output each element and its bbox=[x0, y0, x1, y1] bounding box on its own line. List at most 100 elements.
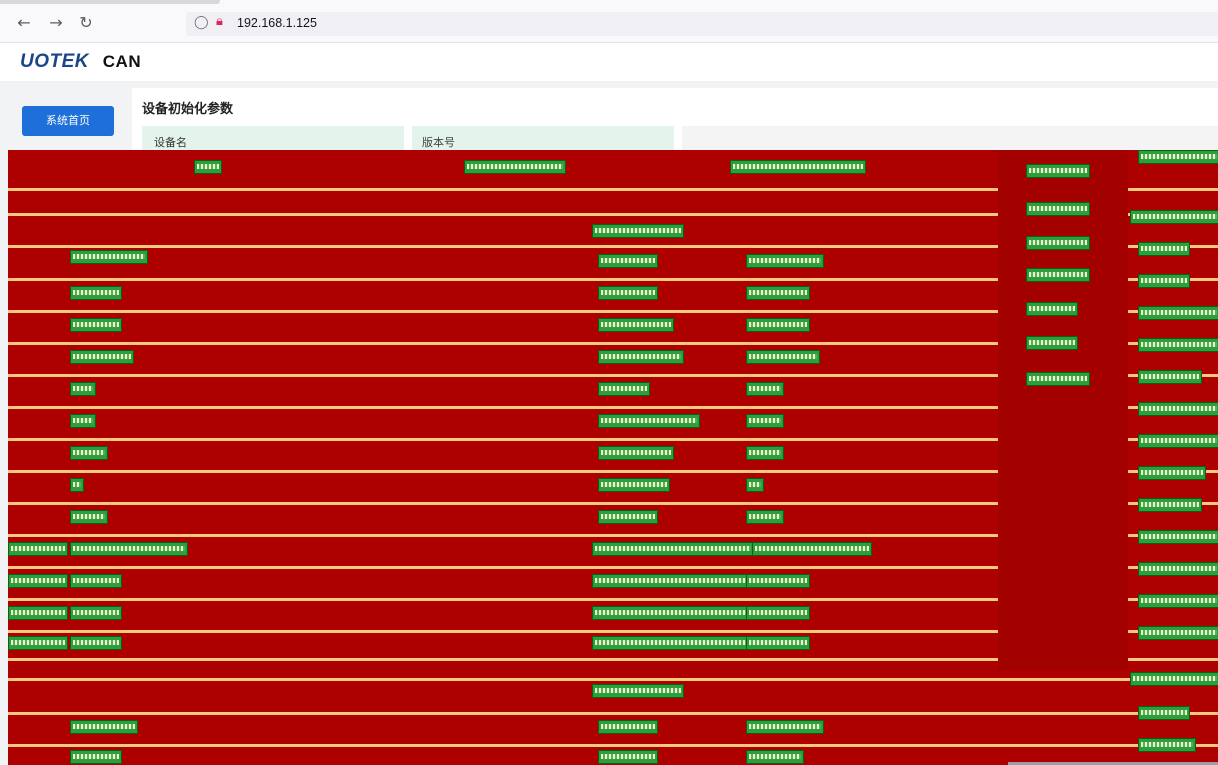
glitch-text bbox=[592, 684, 684, 698]
glitch-line bbox=[8, 712, 1218, 715]
glitch-text bbox=[194, 160, 222, 174]
glitch-text bbox=[598, 382, 650, 396]
glitch-line bbox=[8, 744, 1218, 747]
glitch-text bbox=[746, 510, 784, 524]
glitch-text bbox=[598, 510, 658, 524]
glitch-text bbox=[598, 720, 658, 734]
glitch-text bbox=[598, 750, 658, 764]
glitch-text bbox=[1138, 338, 1218, 352]
glitch-text bbox=[8, 636, 68, 650]
glitch-text bbox=[70, 510, 108, 524]
glitch-text bbox=[592, 542, 754, 556]
brand-name: UOTEK bbox=[20, 51, 89, 72]
sidebar-item-home[interactable]: 系统首页 bbox=[22, 106, 114, 136]
glitch-text bbox=[70, 350, 134, 364]
glitch-text bbox=[746, 286, 810, 300]
glitch-block bbox=[998, 150, 1128, 670]
glitch-text bbox=[1130, 672, 1218, 686]
glitch-text bbox=[1138, 150, 1218, 164]
glitch-text bbox=[1138, 498, 1202, 512]
glitch-text bbox=[70, 286, 122, 300]
glitch-text bbox=[746, 574, 810, 588]
card-label: 设备名 bbox=[154, 136, 187, 149]
render-glitch-area bbox=[8, 150, 1218, 765]
glitch-text bbox=[1138, 562, 1218, 576]
glitch-text bbox=[592, 636, 750, 650]
glitch-text bbox=[1138, 306, 1218, 320]
glitch-text bbox=[746, 382, 784, 396]
glitch-text bbox=[70, 636, 122, 650]
glitch-text bbox=[598, 254, 658, 268]
glitch-text bbox=[8, 542, 68, 556]
glitch-text bbox=[746, 350, 820, 364]
glitch-text bbox=[70, 478, 84, 492]
browser-toolbar: ← → ↻ ◯ 🔒︎ 192.168.1.125 bbox=[0, 0, 1218, 43]
glitch-text bbox=[598, 478, 670, 492]
device-name-card: 设备名 bbox=[142, 126, 404, 150]
glitch-text bbox=[1138, 434, 1218, 448]
glitch-text bbox=[1138, 594, 1218, 608]
address-bar[interactable]: ◯ 🔒︎ 192.168.1.125 bbox=[186, 12, 1218, 36]
glitch-text bbox=[1138, 370, 1202, 384]
glitch-text bbox=[1026, 268, 1090, 282]
glitch-text bbox=[70, 250, 148, 264]
glitch-text bbox=[8, 574, 68, 588]
glitch-text bbox=[598, 350, 684, 364]
glitch-text bbox=[1138, 402, 1218, 416]
shield-icon[interactable]: ◯ bbox=[194, 15, 209, 30]
glitch-text bbox=[746, 318, 810, 332]
app-header: UOTEK CAN bbox=[0, 43, 1218, 82]
info-card bbox=[682, 126, 1218, 150]
page-title: 设备初始化参数 bbox=[142, 102, 234, 117]
glitch-text bbox=[1138, 738, 1196, 752]
glitch-text bbox=[730, 160, 866, 174]
glitch-text bbox=[592, 574, 750, 588]
browser-tab[interactable] bbox=[0, 0, 220, 4]
glitch-text bbox=[746, 636, 810, 650]
glitch-text bbox=[1138, 466, 1206, 480]
glitch-text bbox=[70, 720, 138, 734]
glitch-text bbox=[598, 286, 658, 300]
glitch-text bbox=[70, 606, 122, 620]
card-label: 版本号 bbox=[422, 136, 455, 149]
glitch-text bbox=[746, 446, 784, 460]
glitch-text bbox=[746, 478, 764, 492]
arrow-left-icon[interactable]: ← bbox=[14, 13, 34, 33]
glitch-text bbox=[746, 750, 804, 764]
glitch-text bbox=[1130, 210, 1218, 224]
glitch-text bbox=[464, 160, 566, 174]
glitch-text bbox=[598, 318, 674, 332]
glitch-text bbox=[70, 414, 96, 428]
glitch-text bbox=[1138, 242, 1190, 256]
glitch-text bbox=[598, 414, 700, 428]
glitch-text bbox=[70, 318, 122, 332]
glitch-text bbox=[746, 606, 810, 620]
glitch-text bbox=[70, 574, 122, 588]
glitch-text bbox=[70, 382, 96, 396]
glitch-text bbox=[70, 542, 188, 556]
glitch-text bbox=[1026, 372, 1090, 386]
glitch-text bbox=[598, 446, 674, 460]
glitch-text bbox=[8, 606, 68, 620]
glitch-text bbox=[592, 224, 684, 238]
glitch-text bbox=[1138, 274, 1190, 288]
glitch-text bbox=[592, 606, 750, 620]
glitch-text bbox=[1138, 626, 1218, 640]
arrow-right-icon[interactable]: → bbox=[46, 13, 66, 33]
glitch-text bbox=[1026, 302, 1078, 316]
glitch-text bbox=[1138, 706, 1190, 720]
glitch-text bbox=[70, 750, 122, 764]
glitch-text bbox=[746, 254, 824, 268]
brand-logo: UOTEK CAN bbox=[20, 51, 141, 73]
glitch-text bbox=[1026, 336, 1078, 350]
lock-icon[interactable]: 🔒︎ bbox=[216, 14, 223, 29]
glitch-text bbox=[70, 446, 108, 460]
glitch-text bbox=[746, 414, 784, 428]
glitch-text bbox=[746, 720, 824, 734]
url-text[interactable]: 192.168.1.125 bbox=[237, 16, 317, 30]
reload-icon[interactable]: ↻ bbox=[76, 13, 96, 33]
product-name: CAN bbox=[102, 52, 142, 71]
glitch-line bbox=[8, 678, 1218, 681]
glitch-text bbox=[1026, 202, 1090, 216]
version-card: 版本号 bbox=[412, 126, 674, 150]
